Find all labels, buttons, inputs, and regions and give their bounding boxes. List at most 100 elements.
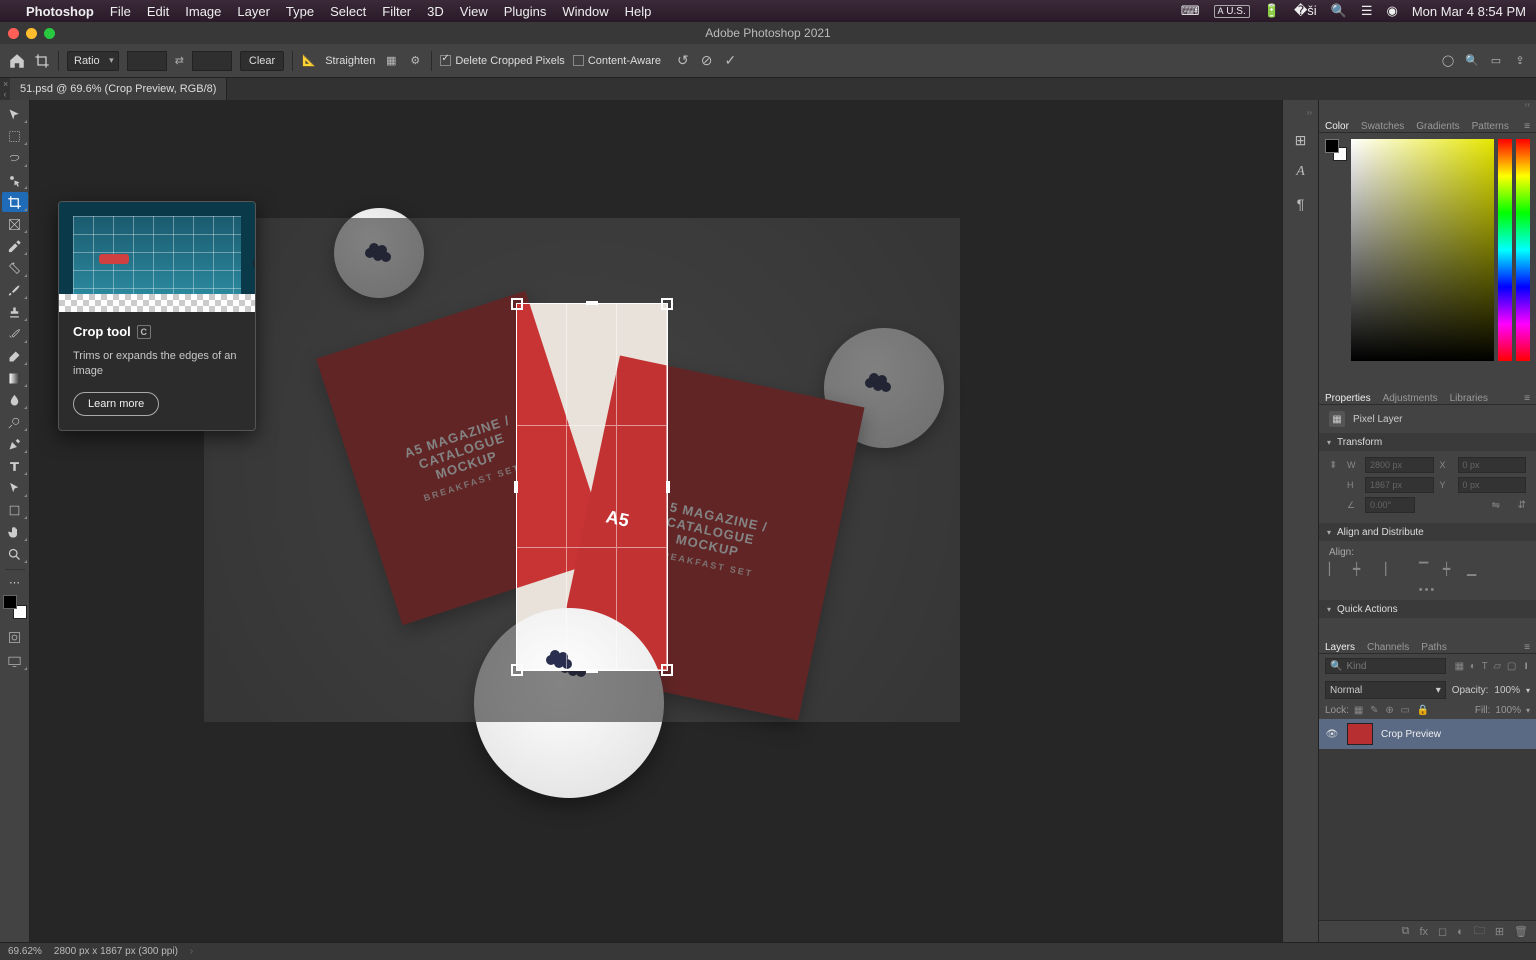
- type-tool[interactable]: [2, 456, 28, 476]
- flip-v-icon[interactable]: ⇵: [1518, 500, 1526, 511]
- zoom-level[interactable]: 69.62%: [8, 946, 42, 957]
- filter-smart-icon[interactable]: ▢: [1507, 661, 1516, 672]
- flip-h-icon[interactable]: ⇋: [1492, 500, 1500, 511]
- crop-options-icon[interactable]: ⚙: [407, 53, 423, 69]
- menu-plugins[interactable]: Plugins: [504, 4, 547, 19]
- menu-view[interactable]: View: [460, 4, 488, 19]
- menu-window[interactable]: Window: [562, 4, 608, 19]
- siri-icon[interactable]: ◉: [1387, 3, 1398, 19]
- path-select-tool[interactable]: [2, 478, 28, 498]
- menu-edit[interactable]: Edit: [147, 4, 169, 19]
- dodge-tool[interactable]: [2, 412, 28, 432]
- hue-slider-2[interactable]: [1516, 139, 1530, 361]
- grid-overlay-icon[interactable]: ▦: [383, 53, 399, 69]
- menu-select[interactable]: Select: [330, 4, 366, 19]
- y-field[interactable]: 0 px: [1458, 477, 1527, 493]
- gradient-tool[interactable]: [2, 368, 28, 388]
- eraser-tool[interactable]: [2, 346, 28, 366]
- marquee-tool[interactable]: [2, 126, 28, 146]
- filter-shape-icon[interactable]: ▱: [1493, 661, 1501, 672]
- crop-handle-l[interactable]: [514, 481, 518, 493]
- adjustment-layer-icon[interactable]: ◐: [1457, 926, 1464, 938]
- straighten-icon[interactable]: 📐: [301, 53, 317, 69]
- lock-artboard-icon[interactable]: ▭: [1400, 705, 1409, 716]
- delete-layer-icon[interactable]: 🗑: [1514, 925, 1528, 938]
- layer-fx-icon[interactable]: fx: [1419, 926, 1428, 938]
- menu-file[interactable]: File: [110, 4, 131, 19]
- tab-properties[interactable]: Properties: [1325, 393, 1371, 404]
- spotlight-icon[interactable]: 🔍: [1331, 3, 1347, 19]
- crop-outline[interactable]: [517, 304, 667, 670]
- fill-value[interactable]: 100%: [1495, 705, 1521, 716]
- tab-paths[interactable]: Paths: [1421, 642, 1447, 653]
- quick-mask-icon[interactable]: [2, 627, 28, 647]
- clear-button[interactable]: Clear: [240, 51, 284, 71]
- arrange-docs-icon[interactable]: ▭: [1488, 53, 1504, 69]
- window-close-button[interactable]: [8, 28, 19, 39]
- canvas[interactable]: A5 MAGAZINE / CATALOGUE MOCKUP BREAKFAST…: [30, 100, 1282, 942]
- glyphs-panel-icon[interactable]: A: [1292, 163, 1310, 181]
- align-bottom-icon[interactable]: ▁: [1467, 562, 1481, 576]
- eyedropper-tool[interactable]: [2, 236, 28, 256]
- menu-image[interactable]: Image: [185, 4, 221, 19]
- more-options-icon[interactable]: •••: [1319, 584, 1536, 600]
- menu-layer[interactable]: Layer: [237, 4, 270, 19]
- share-icon[interactable]: ⇪: [1512, 53, 1528, 69]
- menu-help[interactable]: Help: [625, 4, 652, 19]
- x-field[interactable]: 0 px: [1458, 457, 1527, 473]
- width-field[interactable]: 2800 px: [1365, 457, 1434, 473]
- color-field[interactable]: [1351, 139, 1494, 361]
- height-field[interactable]: 1867 px: [1365, 477, 1434, 493]
- layer-row[interactable]: 👁 Crop Preview: [1319, 719, 1536, 749]
- lock-paint-icon[interactable]: ✎: [1370, 705, 1378, 716]
- tab-layers[interactable]: Layers: [1325, 642, 1355, 653]
- filter-pixel-icon[interactable]: ▦: [1455, 661, 1464, 672]
- filter-type-icon[interactable]: T: [1482, 661, 1488, 672]
- content-aware-checkbox[interactable]: Content-Aware: [573, 55, 661, 67]
- layer-name[interactable]: Crop Preview: [1381, 729, 1441, 740]
- clock[interactable]: Mon Mar 4 8:54 PM: [1412, 4, 1526, 19]
- history-brush-tool[interactable]: [2, 324, 28, 344]
- reset-crop-icon[interactable]: ↺: [677, 52, 689, 69]
- blur-tool[interactable]: [2, 390, 28, 410]
- shape-tool[interactable]: [2, 500, 28, 520]
- healing-tool[interactable]: [2, 258, 28, 278]
- input-lang[interactable]: A U.S.: [1214, 5, 1250, 18]
- zoom-tool[interactable]: [2, 544, 28, 564]
- crop-handle-b[interactable]: [586, 669, 598, 673]
- tab-gradients[interactable]: Gradients: [1416, 121, 1459, 132]
- cancel-crop-icon[interactable]: ⊘: [701, 52, 713, 69]
- tab-libraries[interactable]: Libraries: [1450, 393, 1488, 404]
- layer-thumbnail[interactable]: [1347, 723, 1373, 745]
- brush-tool[interactable]: [2, 280, 28, 300]
- crop-height-input[interactable]: [192, 51, 232, 71]
- stamp-tool[interactable]: [2, 302, 28, 322]
- align-right-icon[interactable]: ▕: [1377, 562, 1391, 576]
- home-icon[interactable]: [8, 52, 26, 70]
- lock-position-icon[interactable]: ⊕: [1385, 705, 1393, 716]
- window-maximize-button[interactable]: [44, 28, 55, 39]
- crop-handle-r[interactable]: [666, 481, 670, 493]
- menu-filter[interactable]: Filter: [382, 4, 411, 19]
- blend-mode-select[interactable]: Normal▾: [1325, 681, 1446, 699]
- swap-dimensions-icon[interactable]: ⇄: [175, 54, 184, 67]
- commit-crop-icon[interactable]: ✓: [724, 52, 736, 69]
- delete-cropped-checkbox[interactable]: Delete Cropped Pixels: [440, 55, 564, 67]
- character-panel-icon[interactable]: ⊞: [1292, 131, 1310, 149]
- layer-mask-icon[interactable]: ◻: [1438, 925, 1447, 938]
- quick-actions-section[interactable]: Quick Actions: [1319, 600, 1536, 618]
- link-layers-icon[interactable]: ⧉: [1402, 925, 1410, 938]
- tab-channels[interactable]: Channels: [1367, 642, 1409, 653]
- screen-mode-icon[interactable]: [2, 651, 28, 671]
- layer-visibility-icon[interactable]: 👁: [1325, 729, 1339, 740]
- move-tool[interactable]: [2, 104, 28, 124]
- crop-handle-bl[interactable]: [511, 664, 523, 676]
- align-vcenter-icon[interactable]: ┿: [1443, 562, 1457, 576]
- align-section[interactable]: Align and Distribute: [1319, 523, 1536, 541]
- new-layer-icon[interactable]: ⊞: [1495, 925, 1504, 938]
- menu-3d[interactable]: 3D: [427, 4, 444, 19]
- align-left-icon[interactable]: ▏: [1329, 562, 1343, 576]
- align-top-icon[interactable]: ▔: [1419, 562, 1433, 576]
- battery-icon[interactable]: 🔋: [1264, 3, 1280, 19]
- tab-scroll-icon[interactable]: ×‹: [0, 79, 10, 99]
